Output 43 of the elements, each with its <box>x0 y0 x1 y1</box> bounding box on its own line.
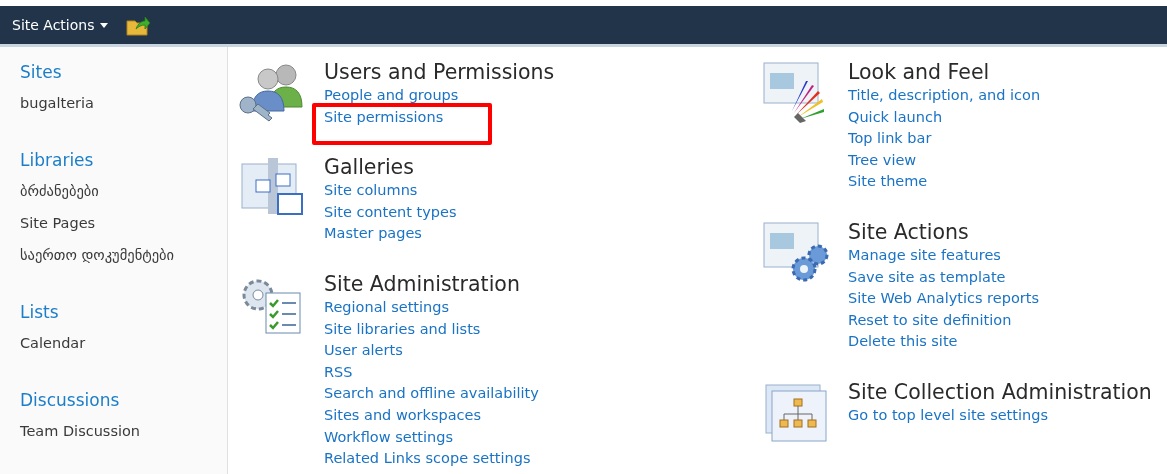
settings-link[interactable]: Related Links scope settings <box>324 450 531 467</box>
section-title: Users and Permissions <box>324 59 555 85</box>
settings-link[interactable]: Go to top level site settings <box>848 406 1048 423</box>
settings-link[interactable]: Workflow settings <box>324 428 453 445</box>
nav-heading[interactable]: Lists <box>20 297 227 327</box>
section-title: Look and Feel <box>848 59 991 85</box>
settings-link[interactable]: RSS <box>324 363 353 380</box>
settings-link[interactable]: Search and offline availability <box>324 385 539 402</box>
nav-heading[interactable]: Sites <box>20 57 227 87</box>
settings-link[interactable]: Manage site features <box>848 246 1001 263</box>
settings-link[interactable]: Master pages <box>324 225 422 242</box>
folder-up-icon[interactable] <box>126 14 151 36</box>
settings-link[interactable]: Site Web Analytics reports <box>848 290 1039 307</box>
settings-link[interactable]: Site permissions <box>324 108 444 125</box>
settings-link[interactable]: Quick launch <box>848 108 943 125</box>
settings-link[interactable]: User alerts <box>324 342 403 359</box>
nav-heading[interactable]: Discussions <box>20 385 227 415</box>
section-title: Site Collection Administration <box>848 378 1152 405</box>
nav-item[interactable]: საერთო დოკუმენტები <box>20 239 227 271</box>
settings-link[interactable]: Tree view <box>848 151 917 168</box>
nav-item[interactable]: Site Pages <box>20 207 227 239</box>
settings-link[interactable]: Site columns <box>324 182 418 199</box>
site-actions-menu[interactable]: Site Actions <box>10 15 111 35</box>
settings-link[interactable]: Site libraries and lists <box>324 320 481 337</box>
settings-link[interactable]: Top link bar <box>848 130 932 147</box>
settings-link[interactable]: People and groups <box>324 87 459 103</box>
caret-icon <box>100 22 109 28</box>
settings-link[interactable]: Reset to site definition <box>848 311 1012 328</box>
settings-link[interactable]: Title, description, and icon <box>848 87 1041 103</box>
section-title: Galleries <box>324 154 415 181</box>
settings-link[interactable]: Site theme <box>848 173 928 190</box>
settings-link[interactable]: Sites and workspaces <box>324 406 482 423</box>
nav-item[interactable]: Calendar <box>20 327 227 359</box>
nav-item[interactable]: bugalteria <box>20 87 227 119</box>
settings-link[interactable]: Delete this site <box>848 333 958 350</box>
settings-link[interactable]: Regional settings <box>324 298 449 315</box>
section-title: Site Administration <box>324 270 521 297</box>
nav-heading[interactable]: Libraries <box>20 145 227 175</box>
settings-link[interactable]: Save site as template <box>848 268 1006 285</box>
nav-item[interactable]: ბრძანებები <box>20 175 227 207</box>
nav-item[interactable]: Team Discussion <box>20 415 227 447</box>
settings-link[interactable]: Site content types <box>324 203 457 220</box>
section-title: Site Actions <box>848 218 970 245</box>
